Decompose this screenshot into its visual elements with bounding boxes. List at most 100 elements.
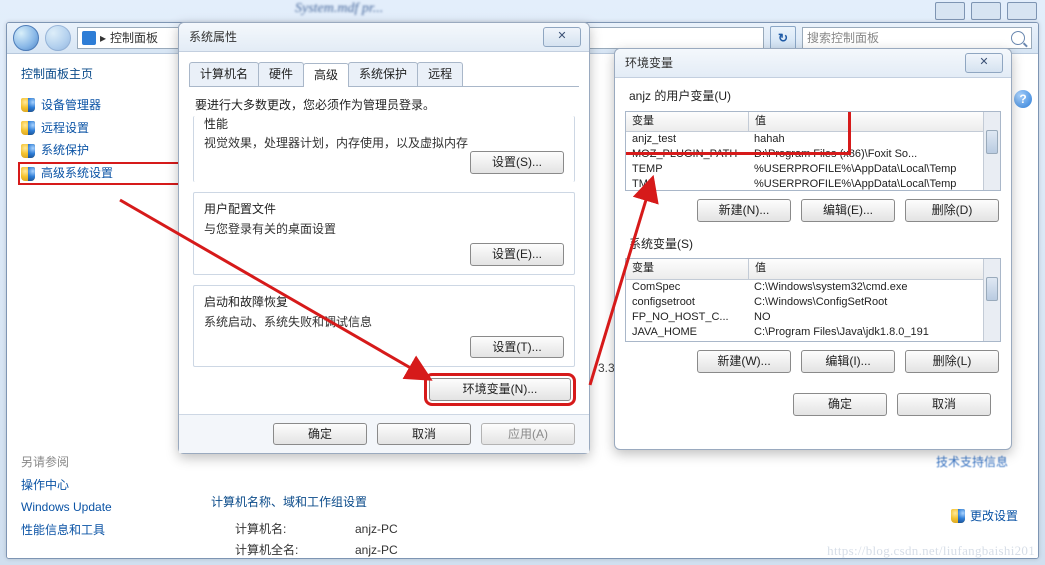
dialog-footer: 确定 取消 应用(A) [179,414,589,453]
shield-icon [21,144,35,158]
sys-edit-button[interactable]: 编辑(I)... [801,350,895,373]
listbox-header: 变量 值 [626,259,1000,279]
floating-number: 3.3 [598,360,615,377]
cancel-button[interactable]: 取消 [897,393,991,416]
list-item[interactable]: MOZ_PLUGIN_PATHD:\Program Files (x86)\Fo… [626,147,1000,162]
col-val[interactable]: 值 [749,112,1000,131]
sidebar-item-label: 系统保护 [41,142,89,159]
dialog-close-button[interactable]: ✕ [965,53,1003,73]
user-delete-button[interactable]: 删除(D) [905,199,999,222]
group-label: 启动和故障恢复 [204,294,564,311]
maximize-button[interactable] [971,2,1001,20]
startup-recovery-settings-button[interactable]: 设置(T)... [470,336,564,359]
window-caption-buttons [935,2,1037,20]
sidebar: 控制面板主页 设备管理器 远程设置 系统保护 高级系统设置 另请参阅 操作中心 … [7,54,191,559]
dialog-title: 环境变量 [615,49,1011,78]
group-desc: 系统启动、系统失败和调试信息 [204,314,564,331]
shield-icon [951,509,965,523]
search-placeholder: 搜索控制面板 [807,30,879,47]
sidebar-item-label: 设备管理器 [41,97,101,114]
environment-variables-dialog: 环境变量 ✕ anjz 的用户变量(U) 变量 值 anjz_testhahah… [614,48,1012,450]
list-item[interactable]: configsetrootC:\Windows\ConfigSetRoot [626,295,1000,310]
list-item[interactable]: TMP%USERPROFILE%\AppData\Local\Temp [626,177,1000,191]
breadcrumb[interactable]: 控制面板 [110,30,158,47]
group-user-profiles: 用户配置文件 与您登录有关的桌面设置 设置(E)... [193,192,575,275]
group-startup-recovery: 启动和故障恢复 系统启动、系统失败和调试信息 设置(T)... [193,285,575,368]
user-profiles-settings-button[interactable]: 设置(E)... [470,243,564,266]
sidebar-lower-performance-info[interactable]: 性能信息和工具 [21,522,183,539]
refresh-button[interactable]: ↻ [770,26,796,50]
close-button[interactable] [1007,2,1037,20]
sidebar-lower: 另请参阅 操作中心 Windows Update 性能信息和工具 [21,449,183,545]
tab-hardware[interactable]: 硬件 [258,62,304,86]
scrollbar-thumb[interactable] [986,277,998,301]
tab-remote[interactable]: 远程 [417,62,463,86]
sidebar-home[interactable]: 控制面板主页 [21,66,191,83]
dialog-close-button[interactable]: ✕ [543,27,581,47]
kv-row: 计算机名:anjz-PC [235,521,1018,538]
sys-vars-buttons: 新建(W)... 编辑(I)... 删除(L) [627,350,999,373]
dialog-footer: 确定 取消 [625,387,1001,418]
list-item[interactable]: JAVA_HOMEC:\Program Files\Java\jdk1.8.0_… [626,325,1000,340]
background-window-title: System.mdf pr... [295,1,383,17]
group-label: 性能 [204,116,564,133]
sidebar-lower-action-center[interactable]: 操作中心 [21,477,183,494]
minimize-button[interactable] [935,2,965,20]
nav-forward-button[interactable] [45,25,71,51]
system-properties-dialog: 系统属性 ✕ 计算机名 硬件 高级 系统保护 远程 要进行大多数更改，您必须作为… [178,22,590,454]
sidebar-item-advanced-system-settings[interactable]: 高级系统设置 [21,165,191,182]
listbox-header: 变量 值 [626,112,1000,132]
ok-button[interactable]: 确定 [273,423,367,446]
search-input[interactable]: 搜索控制面板 [802,27,1032,49]
scrollbar[interactable] [983,112,1000,190]
ok-button[interactable]: 确定 [793,393,887,416]
sys-vars-listbox[interactable]: 变量 值 ComSpecC:\Windows\system32\cmd.exe … [625,258,1001,342]
shield-icon [21,98,35,112]
user-vars-listbox[interactable]: 变量 值 anjz_testhahah MOZ_PLUGIN_PATHD:\Pr… [625,111,1001,191]
kv-value: anjz-PC [355,521,398,538]
tabs: 计算机名 硬件 高级 系统保护 远程 [189,62,579,87]
col-val[interactable]: 值 [749,259,1000,278]
change-settings-link[interactable]: 更改设置 [951,508,1018,525]
control-panel-icon [82,31,96,45]
sidebar-lower-windows-update[interactable]: Windows Update [21,499,183,516]
group-performance: 性能 视觉效果，处理器计划，内存使用，以及虚拟内存 设置(S)... [193,116,575,183]
sidebar-item-device-manager[interactable]: 设备管理器 [21,97,191,114]
performance-settings-button[interactable]: 设置(S)... [470,151,564,174]
change-settings-label: 更改设置 [970,508,1018,525]
list-item[interactable]: anjz_testhahah [626,132,1000,147]
tab-computer-name[interactable]: 计算机名 [189,62,259,86]
environment-variables-button[interactable]: 环境变量(N)... [429,378,571,401]
tab-system-protection[interactable]: 系统保护 [348,62,418,86]
scrollbar[interactable] [983,259,1000,341]
sys-new-button[interactable]: 新建(W)... [697,350,791,373]
list-item[interactable]: TEMP%USERPROFILE%\AppData\Local\Temp [626,162,1000,177]
shield-icon [21,167,35,181]
support-info-text: 技术支持信息 [936,454,1008,471]
user-vars-buttons: 新建(N)... 编辑(E)... 删除(D) [627,199,999,222]
cancel-button[interactable]: 取消 [377,423,471,446]
list-item[interactable]: ComSpecC:\Windows\system32\cmd.exe [626,280,1000,295]
user-new-button[interactable]: 新建(N)... [697,199,791,222]
sys-vars-header: 系统变量(S) [629,236,1001,253]
kv-value: anjz-PC [355,542,398,559]
list-item[interactable]: FP_NO_HOST_C...NO [626,310,1000,325]
breadcrumb-sep: ▸ [100,30,106,47]
sys-delete-button[interactable]: 删除(L) [905,350,999,373]
group-desc: 视觉效果，处理器计划，内存使用，以及虚拟内存 [204,135,564,152]
group-label: 用户配置文件 [204,201,564,218]
admin-note: 要进行大多数更改，您必须作为管理员登录。 [193,97,575,114]
col-var[interactable]: 变量 [626,112,749,131]
help-icon[interactable]: ? [1014,90,1032,108]
user-edit-button[interactable]: 编辑(E)... [801,199,895,222]
tab-advanced[interactable]: 高级 [303,63,349,87]
apply-button[interactable]: 应用(A) [481,423,575,446]
col-var[interactable]: 变量 [626,259,749,278]
sidebar-item-system-protection[interactable]: 系统保护 [21,142,191,159]
sidebar-item-remote-settings[interactable]: 远程设置 [21,120,191,137]
watermark: https://blog.csdn.net/liufangbaishi201 [827,543,1035,559]
nav-back-button[interactable] [13,25,39,51]
scrollbar-thumb[interactable] [986,130,998,154]
sidebar-lower-heading: 另请参阅 [21,454,183,471]
group-desc: 与您登录有关的桌面设置 [204,221,564,238]
